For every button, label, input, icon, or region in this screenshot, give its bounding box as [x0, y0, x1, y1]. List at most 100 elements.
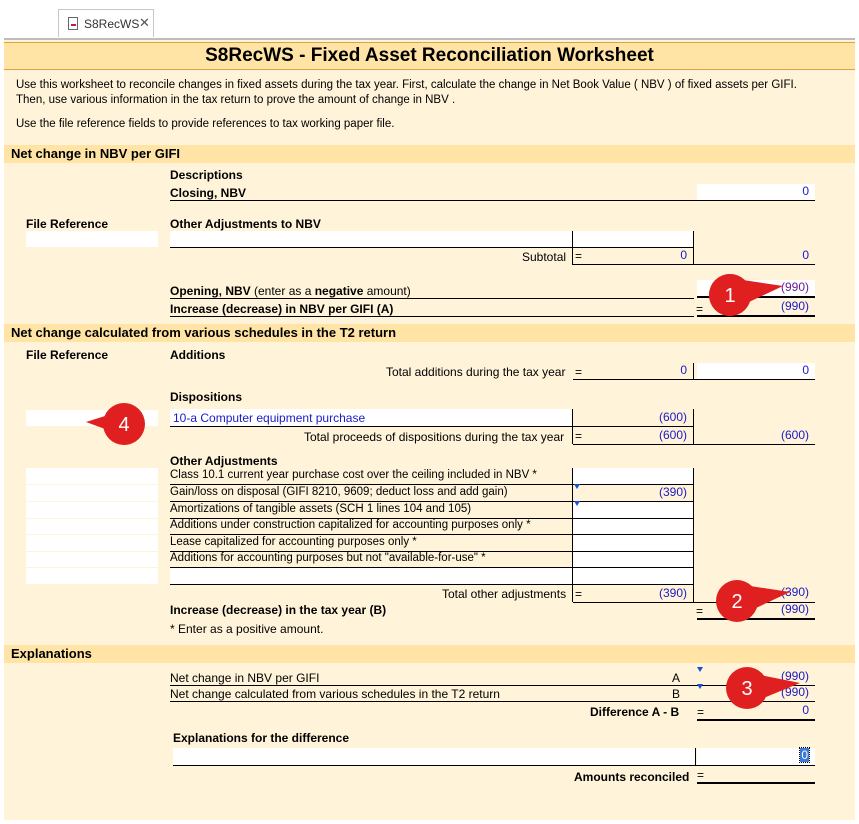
double-underline	[697, 719, 815, 721]
disposition-item-value[interactable]: (600)	[573, 410, 693, 426]
opening-nbv-label: Opening, NBV (enter as a negative amount…	[170, 284, 411, 298]
total-additions-label: Total additions during the tax year	[386, 365, 566, 379]
file-reference-field-adj-7[interactable]	[26, 568, 158, 584]
file-reference-field[interactable]	[26, 231, 158, 247]
divider	[573, 264, 815, 265]
section-header-explanations: Explanations	[4, 645, 855, 663]
row-b-letter: B	[672, 687, 681, 701]
row-a-letter: A	[672, 671, 681, 685]
file-reference-field-adj-1[interactable]	[26, 468, 158, 484]
other-adjustment-amount-field[interactable]	[573, 231, 693, 247]
amounts-reconciled-equals: =	[697, 768, 705, 782]
adj-item-value[interactable]	[573, 535, 693, 551]
close-icon[interactable]: ✕	[139, 15, 150, 31]
document-icon	[68, 17, 78, 30]
divider	[693, 409, 694, 444]
other-adjustments-nbv-heading: Other Adjustments to NBV	[170, 217, 321, 231]
total-other-mid: (390)	[658, 586, 687, 600]
callout-marker-3: 3	[726, 667, 800, 709]
file-reference-field-adj-3[interactable]	[26, 502, 158, 518]
adj-item-value[interactable]	[573, 502, 693, 518]
adj-item-value[interactable]	[573, 519, 693, 534]
intro-line-3: Use the file reference fields to provide…	[16, 118, 395, 130]
total-other-adjustments-label: Total other adjustments	[442, 587, 567, 601]
divider	[170, 200, 815, 201]
tab-s8recws[interactable]: S8RecWS ✕	[58, 9, 154, 37]
total-additions-mid: 0	[680, 363, 687, 377]
opening-nbv-bold: Opening, NBV	[170, 284, 251, 298]
tab-label: S8RecWS	[84, 17, 140, 31]
subtotal-right-value: 0	[802, 248, 809, 262]
adj-item-label: Class 10.1 current year purchase cost ov…	[170, 469, 537, 481]
explanation-amount-field[interactable]: 0	[697, 747, 815, 765]
file-reference-field-adj-2[interactable]	[26, 485, 158, 501]
divider	[573, 444, 815, 445]
file-reference-heading: File Reference	[26, 217, 109, 231]
file-reference-field-adj-6[interactable]	[26, 552, 158, 567]
dropdown-indicator-icon[interactable]	[574, 501, 580, 506]
adj-item-value[interactable]: (390)	[573, 485, 693, 501]
adj-item-label: Additions for accounting purposes but no…	[170, 552, 486, 564]
file-reference-field-adj-5[interactable]	[26, 535, 158, 551]
callout-number: 4	[118, 414, 129, 436]
other-adjustment-description-field[interactable]	[170, 231, 572, 247]
callout-number: 2	[731, 591, 742, 613]
subtotal-mid-value: 0	[680, 248, 687, 262]
callout-number: 3	[741, 678, 752, 700]
total-proceeds-mid: (600)	[658, 428, 687, 442]
descriptions-heading: Descriptions	[170, 168, 243, 182]
explanation-amount-value: 0	[799, 747, 810, 763]
opening-nbv-text-end: amount)	[363, 284, 411, 298]
adj-extra-amount-field[interactable]	[573, 568, 693, 584]
callout-marker-2: 2	[716, 580, 790, 622]
row-a-label: Net change in NBV per GIFI	[170, 671, 320, 685]
divider	[693, 231, 694, 265]
total-proceeds-right: (600)	[780, 428, 809, 442]
intro-line-1: Use this worksheet to reconcile changes …	[16, 79, 797, 91]
divider	[170, 701, 815, 702]
disposition-item-label[interactable]: 10-a Computer equipment purchase	[173, 411, 365, 425]
divider	[693, 363, 694, 380]
divider	[695, 748, 696, 765]
dropdown-indicator-icon[interactable]	[697, 684, 703, 689]
dropdown-indicator-icon[interactable]	[574, 484, 580, 489]
divider	[693, 468, 694, 602]
increase-tax-year-label: Increase (decrease) in the tax year (B)	[170, 603, 387, 617]
opening-nbv-text: (enter as a	[250, 284, 315, 298]
divider	[170, 316, 694, 317]
intro-line-2: Then, use various information in the tax…	[16, 94, 456, 106]
divider	[572, 468, 573, 602]
additions-heading: Additions	[170, 348, 226, 362]
dispositions-heading: Dispositions	[170, 390, 243, 404]
file-reference-field-adj-4[interactable]	[26, 519, 158, 534]
file-reference-heading-2: File Reference	[26, 348, 109, 362]
adj-item-label: Gain/loss on disposal (GIFI 8210, 9609; …	[170, 486, 508, 498]
difference-label: Difference A - B	[590, 705, 680, 719]
divider	[170, 298, 694, 299]
closing-nbv-field[interactable]: 0	[697, 184, 815, 200]
subtotal-label: Subtotal	[522, 250, 567, 264]
callout-marker-1: 1	[709, 274, 783, 316]
adj-item-value[interactable]	[573, 552, 693, 567]
dropdown-indicator-icon[interactable]	[697, 667, 703, 672]
divider	[170, 426, 694, 427]
divider	[170, 584, 694, 585]
adj-extra-description-field[interactable]	[170, 568, 572, 584]
closing-nbv-label: Closing, NBV	[170, 186, 247, 200]
callout-marker-4: 4	[86, 403, 145, 445]
explanation-text-field[interactable]	[173, 748, 695, 765]
divider	[173, 765, 815, 766]
double-underline	[697, 782, 815, 784]
other-adjustments-heading: Other Adjustments	[170, 454, 278, 468]
adj-item-label: Amortizations of tangible assets (SCH 1 …	[170, 503, 472, 515]
explanations-difference-heading: Explanations for the difference	[173, 731, 350, 745]
opening-nbv-negative: negative	[314, 284, 364, 298]
section-header-t2: Net change calculated from various sched…	[4, 324, 855, 342]
amounts-reconciled-label: Amounts reconciled	[574, 770, 690, 784]
adj-item-value[interactable]	[573, 468, 693, 484]
total-additions-right: 0	[697, 363, 815, 379]
callout-number: 1	[724, 285, 735, 307]
increase-gifi-label: Increase (decrease) in NBV per GIFI (A)	[170, 302, 394, 316]
total-proceeds-label: Total proceeds of dispositions during th…	[304, 430, 565, 444]
page-title: S8RecWS - Fixed Asset Reconciliation Wor…	[4, 42, 855, 70]
